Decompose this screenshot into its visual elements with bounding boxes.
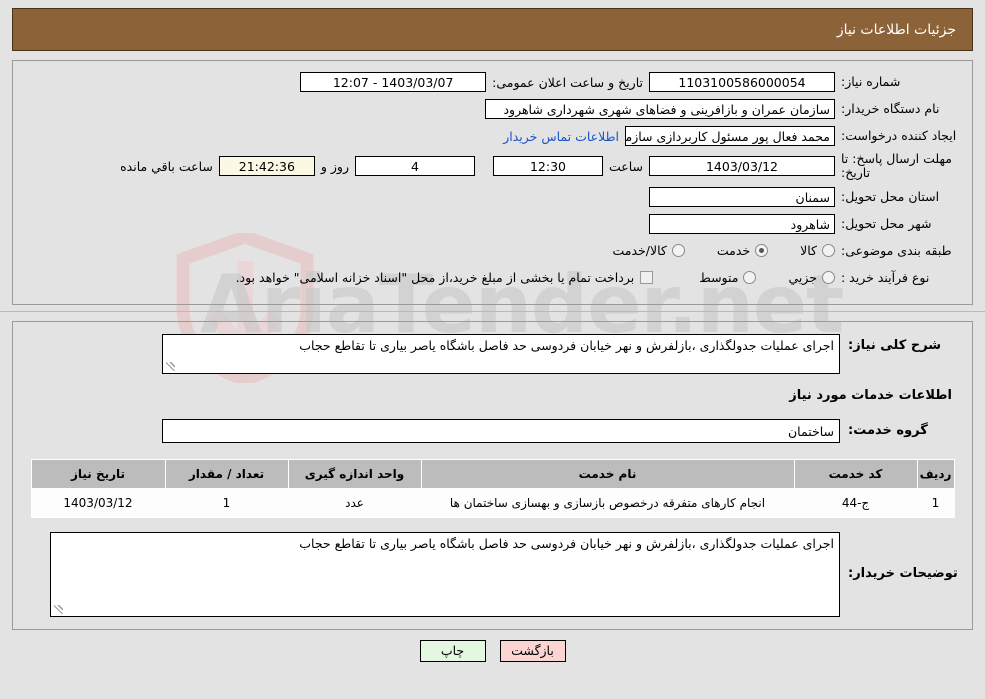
row-deadline: مهلت ارسال پاسخ: تا تاریخ: 1403/03/12 سا…: [25, 151, 960, 181]
row-province: استان محل تحویل: سمنان: [25, 186, 960, 208]
treasury-text: برداخت تمام یا بخشی از مبلغ خرید،از محل …: [235, 270, 635, 286]
public-announce-value: 1403/03/07 - 12:07: [300, 72, 487, 92]
page-root: جزئیات اطلاعات نیاز شماره نیاز: 11031005…: [0, 8, 985, 662]
services-heading: اطلاعات خدمات مورد نیاز: [789, 387, 952, 403]
general-desc-textarea[interactable]: اجرای عملیات جدولگذاری ،بازلفرش و نهر خی…: [162, 333, 840, 374]
table-row: 1 ج-44 انجام کارهای متفرقه درخصوص بازساز…: [30, 487, 955, 518]
row-creator: ایجاد کننده درخواست: محمد فعال پور مسئول…: [25, 125, 960, 147]
cell-name: انجام کارهای متفرقه درخصوص بازسازی و بهس…: [420, 487, 795, 518]
radio-icon[interactable]: [822, 244, 835, 258]
row-general-desc: شرح کلی نیاز: اجرای عملیات جدولگذاری ،با…: [25, 333, 960, 374]
city-label: شهر محل تحویل:: [841, 215, 932, 231]
general-desc-label: شرح کلی نیاز:: [848, 337, 942, 353]
row-buyer-org: نام دستگاه خریدار: سازمان عمران و بازافر…: [25, 98, 960, 120]
days-label: روز و: [320, 158, 349, 174]
category-label: طبقه بندی موضوعی:: [841, 242, 952, 258]
row-process: نوع فرآیند خرید : جزیي متوسط برداخت تمام…: [25, 267, 960, 289]
category-option-label: خدمت: [716, 243, 751, 259]
row-category: طبقه بندی موضوعی: کالا خدمت کالا/خدمت: [25, 240, 960, 262]
radio-icon[interactable]: [671, 244, 685, 258]
need-number-value: 1103100586000054: [649, 72, 835, 92]
service-group-label: گروه خدمت:: [848, 423, 928, 439]
cell-date: 1403/03/12: [30, 487, 166, 518]
process-radio-group: جزیي متوسط: [673, 270, 835, 285]
radio-icon[interactable]: [755, 244, 769, 258]
process-option-jozii[interactable]: جزیي: [788, 270, 835, 285]
table-header-code: کد خدمت: [793, 458, 918, 489]
table-header-name: نام خدمت: [420, 458, 795, 489]
cell-code: ج-44: [793, 487, 918, 518]
radio-icon[interactable]: [743, 271, 757, 285]
process-label: نوع فرآیند خرید :: [841, 269, 930, 285]
row-buyer-notes: توضیحات خریدار: اجرای عملیات جدولگذاری ،…: [25, 531, 960, 617]
remaining-days-value: 4: [354, 156, 475, 177]
province-label: استان محل تحویل:: [841, 188, 940, 204]
cell-radif: 1: [916, 487, 955, 518]
province-value: سمنان: [649, 186, 835, 207]
treasury-checkbox[interactable]: [640, 271, 654, 285]
category-option-khedmat[interactable]: خدمت: [716, 243, 769, 259]
table-header-date: تاریخ نیاز: [30, 458, 166, 489]
category-radio-group: کالا خدمت کالا/خدمت: [586, 243, 835, 258]
remaining-label: ساعت باقي مانده: [120, 158, 213, 174]
row-city: شهر محل تحویل: شاهرود: [25, 213, 960, 235]
back-button[interactable]: بازگشت: [499, 639, 566, 662]
cell-unit: عدد: [287, 487, 422, 518]
buyer-contact-link[interactable]: اطلاعات تماس خریدار: [497, 129, 625, 144]
service-group-value[interactable]: ساختمان: [162, 418, 840, 443]
table-header-row: ردیف کد خدمت نام خدمت واحد اندازه گیری ت…: [30, 458, 955, 489]
page-title-bar: جزئیات اطلاعات نیاز: [12, 8, 973, 51]
creator-label: ایجاد کننده درخواست:: [841, 128, 957, 144]
services-table: ردیف کد خدمت نام خدمت واحد اندازه گیری ت…: [30, 458, 955, 518]
hour-label: ساعت: [608, 158, 643, 174]
category-option-kala-khedmat[interactable]: کالا/خدمت: [612, 243, 685, 259]
page-title: جزئیات اطلاعات نیاز: [836, 21, 956, 38]
row-service-group: گروه خدمت: ساختمان: [25, 418, 960, 443]
category-option-label: کالا/خدمت: [612, 243, 667, 259]
buyer-notes-textarea[interactable]: اجرای عملیات جدولگذاری ،بازلفرش و نهر خی…: [50, 531, 840, 617]
deadline-time-value: 12:30: [492, 156, 603, 177]
process-option-motavasset[interactable]: متوسط: [699, 270, 757, 286]
radio-icon[interactable]: [822, 271, 835, 285]
table-header-radif: ردیف: [916, 458, 955, 489]
deadline-date-value: 1403/03/12: [649, 156, 835, 177]
table-header-qty: تعداد / مقدار: [164, 458, 289, 489]
buyer-notes-label: توضیحات خریدار:: [848, 565, 958, 581]
buyer-org-label: نام دستگاه خریدار:: [841, 101, 940, 117]
print-button[interactable]: چاپ: [419, 639, 486, 662]
public-announce-label: تاریخ و ساعت اعلان عمومی:: [492, 74, 643, 90]
process-option-label: جزیي: [788, 270, 817, 286]
category-option-label: کالا: [800, 243, 817, 259]
category-option-kala[interactable]: کالا: [800, 243, 835, 258]
row-need-number: شماره نیاز: 1103100586000054 تاریخ و ساع…: [25, 71, 960, 93]
row-services-heading: اطلاعات خدمات مورد نیاز: [25, 374, 960, 403]
process-option-label: متوسط: [699, 270, 739, 286]
need-info-panel: شماره نیاز: 1103100586000054 تاریخ و ساع…: [12, 60, 973, 305]
countdown-timer: 21:42:36: [218, 156, 315, 177]
footer-actions: بازگشت چاپ: [0, 639, 985, 662]
deadline-label: مهلت ارسال پاسخ: تا تاریخ:: [841, 151, 952, 181]
city-value: شاهرود: [649, 213, 835, 234]
buyer-org-value: سازمان عمران و بازافرینی و فضاهای شهری ش…: [485, 99, 835, 119]
creator-value: محمد فعال پور مسئول کاربردازی سازمان عمر…: [625, 126, 835, 146]
need-number-label: شماره نیاز:: [841, 74, 901, 90]
table-header-unit: واحد اندازه گیری: [287, 458, 422, 489]
cell-qty: 1: [164, 487, 289, 518]
need-details-panel: شرح کلی نیاز: اجرای عملیات جدولگذاری ،با…: [12, 320, 973, 630]
panel-divider: [0, 310, 985, 312]
